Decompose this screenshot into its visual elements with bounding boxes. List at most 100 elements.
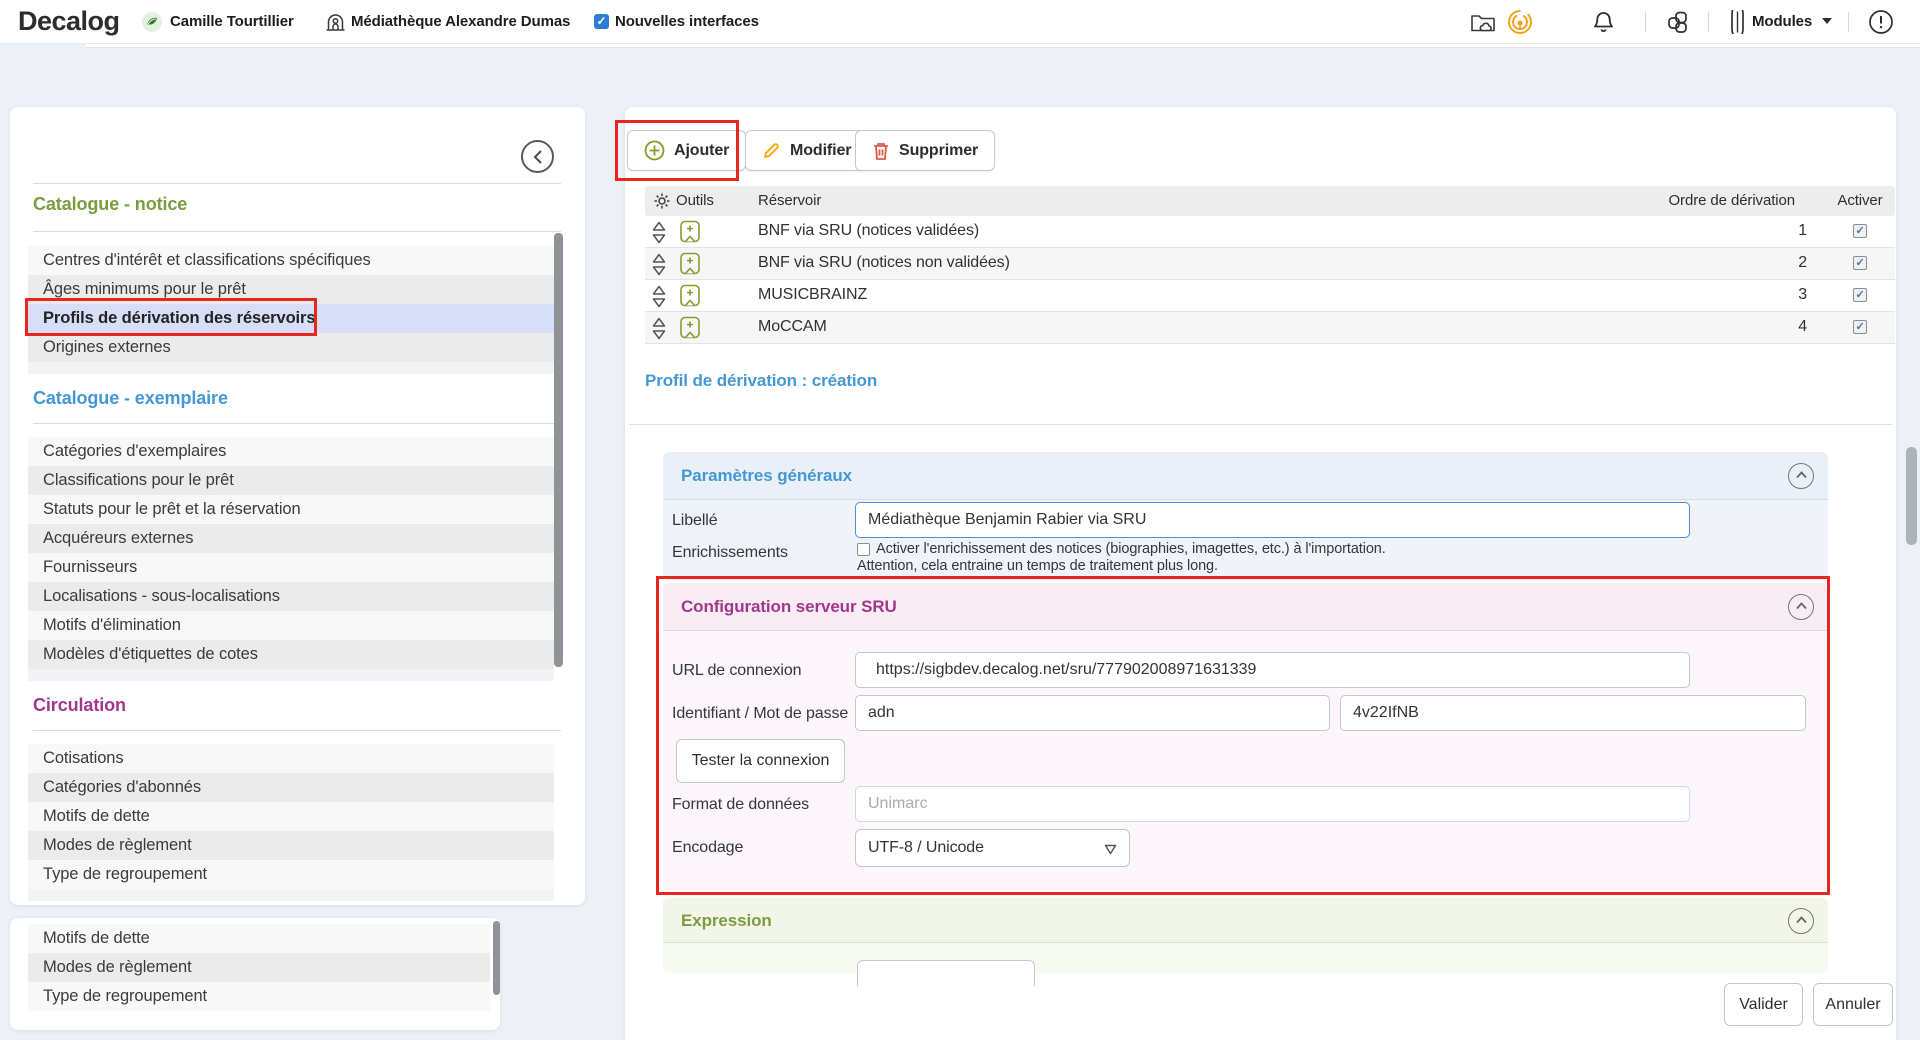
sidebar-item-motifs-elimination[interactable]: Motifs d'élimination bbox=[28, 611, 554, 640]
lists-sidebar: Catalogue - notice Centres d'intérêt et … bbox=[10, 107, 585, 905]
sidebar-item-modes-reglement[interactable]: Modes de règlement bbox=[28, 831, 554, 860]
plus-circle-icon bbox=[644, 140, 665, 161]
add-button[interactable]: Ajouter bbox=[627, 130, 746, 171]
user-name[interactable]: Camille Tourtillier bbox=[170, 0, 294, 44]
sidebar-item-categories-abonnes[interactable]: Catégories d'abonnés bbox=[28, 773, 554, 802]
reservoir-name: BNF via SRU (notices non validées) bbox=[758, 254, 1010, 272]
list-filler-stripe bbox=[28, 889, 554, 901]
header-separator bbox=[1848, 12, 1849, 32]
sidebar-scrollbar[interactable] bbox=[554, 233, 563, 667]
collapse-section-button[interactable] bbox=[1788, 463, 1814, 489]
delete-button[interactable]: Supprimer bbox=[855, 130, 995, 171]
sidebar-item-categories-exemplaires[interactable]: Catégories d'exemplaires bbox=[28, 437, 554, 466]
folder-cloud-icon[interactable] bbox=[1470, 10, 1496, 34]
modules-cylinder-icon bbox=[1729, 10, 1746, 34]
sidebar-section-circulation: Circulation bbox=[33, 695, 126, 716]
expression-partial-field[interactable] bbox=[857, 960, 1035, 986]
collapse-sidebar-button[interactable] bbox=[521, 140, 554, 173]
edit-button[interactable]: Modifier bbox=[745, 130, 868, 171]
cancel-button[interactable]: Annuler bbox=[1813, 983, 1893, 1026]
tester-connexion-button[interactable]: Tester la connexion bbox=[676, 739, 845, 783]
list-filler-stripe bbox=[28, 669, 554, 681]
link-share-icon[interactable] bbox=[1666, 10, 1691, 35]
sidebar-item-statuts-pret[interactable]: Statuts pour le prêt et la réservation bbox=[28, 495, 554, 524]
sidebar-item-fournisseurs[interactable]: Fournisseurs bbox=[28, 553, 554, 582]
import-record-icon[interactable] bbox=[679, 220, 702, 249]
table-row[interactable]: MUSICBRAINZ 3 ✓ bbox=[645, 280, 1895, 312]
name-column-header: Réservoir bbox=[758, 192, 821, 209]
import-record-icon[interactable] bbox=[679, 252, 702, 281]
mot-de-passe-input[interactable] bbox=[1340, 695, 1806, 731]
active-checkbox[interactable]: ✓ bbox=[1853, 224, 1867, 238]
sidebar-item-type-regroupement[interactable]: Type de regroupement bbox=[28, 860, 554, 889]
decalog-logo: Decalog bbox=[18, 6, 120, 37]
sidebar-item-acquereurs-externes[interactable]: Acquéreurs externes bbox=[28, 524, 554, 553]
library-name[interactable]: Médiathèque Alexandre Dumas bbox=[351, 0, 570, 44]
section-expression: Expression bbox=[663, 898, 1828, 973]
encodage-select[interactable]: UTF-8 / Unicode bbox=[855, 829, 1130, 867]
validate-button[interactable]: Valider bbox=[1724, 983, 1803, 1026]
active-checkbox[interactable]: ✓ bbox=[1853, 288, 1867, 302]
collapse-section-button[interactable] bbox=[1788, 908, 1814, 934]
libelle-input[interactable] bbox=[855, 502, 1690, 538]
header-separator bbox=[1645, 12, 1646, 32]
enrichissement-checkbox[interactable] bbox=[857, 543, 870, 556]
unlink-icon[interactable] bbox=[651, 253, 667, 281]
notifications-bell-icon[interactable] bbox=[1592, 10, 1615, 34]
sidebar-item-type-regroupement[interactable]: Type de regroupement bbox=[28, 982, 490, 1011]
unlink-icon[interactable] bbox=[651, 317, 667, 345]
decalog-app: Decalog Camille Tourtillier Médiathèque … bbox=[0, 0, 1920, 1040]
sidebar-item-motifs-dette[interactable]: Motifs de dette bbox=[28, 924, 490, 953]
unlink-icon[interactable] bbox=[651, 285, 667, 313]
section-sru-header[interactable]: Configuration serveur SRU bbox=[663, 583, 1828, 631]
reservoir-name: BNF via SRU (notices validées) bbox=[758, 222, 979, 240]
derivation-order: 4 bbox=[1645, 318, 1807, 336]
active-checkbox[interactable]: ✓ bbox=[1853, 320, 1867, 334]
encodage-label: Encodage bbox=[672, 839, 743, 857]
sidebar-item-cotisations[interactable]: Cotisations bbox=[28, 744, 554, 773]
sidebar-section-catalogue-notice: Catalogue - notice bbox=[33, 194, 187, 215]
identifiant-input[interactable] bbox=[855, 695, 1330, 731]
sidebar-item-motifs-dette[interactable]: Motifs de dette bbox=[28, 802, 554, 831]
sidebar-section-catalogue-exemplaire: Catalogue - exemplaire bbox=[33, 388, 228, 409]
import-record-icon[interactable] bbox=[679, 284, 702, 313]
sidebar-item-origines-externes[interactable]: Origines externes bbox=[28, 333, 554, 362]
order-column-header: Ordre de dérivation bbox=[1645, 192, 1795, 209]
derivation-order: 3 bbox=[1645, 286, 1807, 304]
sidebar-item-centres-interet[interactable]: Centres d'intérêt et classifications spé… bbox=[28, 246, 554, 275]
table-row[interactable]: BNF via SRU (notices non validées) 2 ✓ bbox=[645, 248, 1895, 280]
add-button-label: Ajouter bbox=[674, 142, 729, 160]
info-icon[interactable] bbox=[1868, 9, 1894, 35]
modules-menu[interactable]: Modules bbox=[1752, 0, 1812, 44]
gear-icon bbox=[653, 192, 671, 214]
section-parametres-header[interactable]: Paramètres généraux bbox=[663, 452, 1828, 500]
import-record-icon[interactable] bbox=[679, 316, 702, 345]
new-interfaces-checkbox[interactable]: ✓ bbox=[594, 14, 609, 29]
enrichissement-text-line1: Activer l'enrichissement des notices (bi… bbox=[876, 541, 1386, 557]
fingerprint-icon[interactable] bbox=[1506, 8, 1534, 36]
sidebar-item-localisations[interactable]: Localisations - sous-localisations bbox=[28, 582, 554, 611]
derivation-order: 1 bbox=[1645, 222, 1807, 240]
sidebar-item-profils-derivation[interactable]: Profils de dérivation des réservoirs bbox=[28, 304, 554, 333]
sidebar-item-ages-minimums[interactable]: Âges minimums pour le prêt bbox=[28, 275, 554, 304]
format-donnees-input bbox=[855, 786, 1690, 822]
sidebar-item-modes-reglement[interactable]: Modes de règlement bbox=[28, 953, 490, 982]
library-building-icon bbox=[325, 11, 346, 33]
url-connexion-input[interactable] bbox=[855, 652, 1690, 688]
format-donnees-label: Format de données bbox=[672, 796, 809, 814]
tools-column-header: Outils bbox=[676, 192, 714, 209]
overflow-panel-scrollbar[interactable] bbox=[493, 921, 500, 995]
table-row[interactable]: MoCCAM 4 ✓ bbox=[645, 312, 1895, 344]
sidebar-item-modeles-etiquettes[interactable]: Modèles d'étiquettes de cotes bbox=[28, 640, 554, 669]
delete-button-label: Supprimer bbox=[899, 142, 978, 160]
active-checkbox[interactable]: ✓ bbox=[1853, 256, 1867, 270]
table-row[interactable]: BNF via SRU (notices validées) 1 ✓ bbox=[645, 216, 1895, 248]
sidebar-item-classifications-pret[interactable]: Classifications pour le prêt bbox=[28, 466, 554, 495]
section-expression-header[interactable]: Expression bbox=[663, 898, 1828, 943]
divider bbox=[33, 231, 561, 232]
collapse-section-button[interactable] bbox=[1788, 594, 1814, 620]
page-scrollbar[interactable] bbox=[1906, 447, 1917, 545]
new-interfaces-label: Nouvelles interfaces bbox=[615, 0, 759, 44]
unlink-icon[interactable] bbox=[651, 221, 667, 249]
divider bbox=[33, 183, 561, 184]
